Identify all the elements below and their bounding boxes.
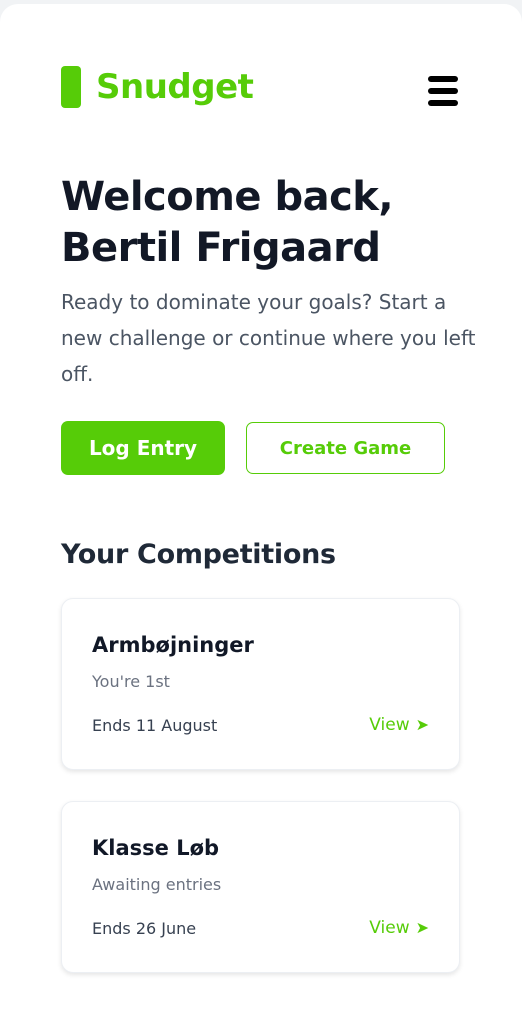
competition-status: Awaiting entries xyxy=(92,875,222,894)
user-name: Bertil Frigaard xyxy=(61,225,381,271)
log-entry-button[interactable]: Log Entry xyxy=(61,421,225,475)
competitions-heading: Your Competitions xyxy=(61,539,336,570)
competition-name: Klasse Løb xyxy=(92,836,220,860)
brand-name: Snudget xyxy=(96,67,254,107)
arrow-right-icon: ➤ xyxy=(415,715,429,734)
menu-bar-bottom xyxy=(428,100,458,106)
competition-card[interactable]: Armbøjninger You're 1st Ends 11 August V… xyxy=(61,598,460,770)
view-label: View xyxy=(369,918,410,938)
competition-name: Armbøjninger xyxy=(92,633,254,657)
view-competition-link[interactable]: View ➤ xyxy=(369,713,429,737)
brand-logo[interactable]: Snudget xyxy=(61,66,254,108)
competition-status: You're 1st xyxy=(92,672,170,691)
competition-end-date: Ends 11 August xyxy=(92,716,218,735)
hamburger-menu-icon[interactable] xyxy=(428,76,458,106)
welcome-heading: Welcome back, Bertil Frigaard xyxy=(61,172,481,274)
logo-mark-icon xyxy=(61,66,81,108)
view-label: View xyxy=(369,715,410,735)
arrow-right-icon: ➤ xyxy=(415,918,429,937)
welcome-line: Welcome back, xyxy=(61,174,394,220)
welcome-subtitle: Ready to dominate your goals? Start a ne… xyxy=(61,290,476,386)
menu-bar-top xyxy=(428,76,458,82)
menu-bar-middle xyxy=(428,88,458,94)
create-game-button[interactable]: Create Game xyxy=(246,422,445,474)
app-screen: Snudget Welcome back, Bertil Frigaard Re… xyxy=(0,4,522,1015)
competition-end-date: Ends 26 June xyxy=(92,919,197,938)
view-competition-link[interactable]: View ➤ xyxy=(369,916,429,940)
competition-card[interactable]: Klasse Løb Awaiting entries Ends 26 June… xyxy=(61,801,460,973)
action-buttons: Log Entry Create Game xyxy=(61,421,445,475)
top-bar: Snudget xyxy=(61,66,458,116)
